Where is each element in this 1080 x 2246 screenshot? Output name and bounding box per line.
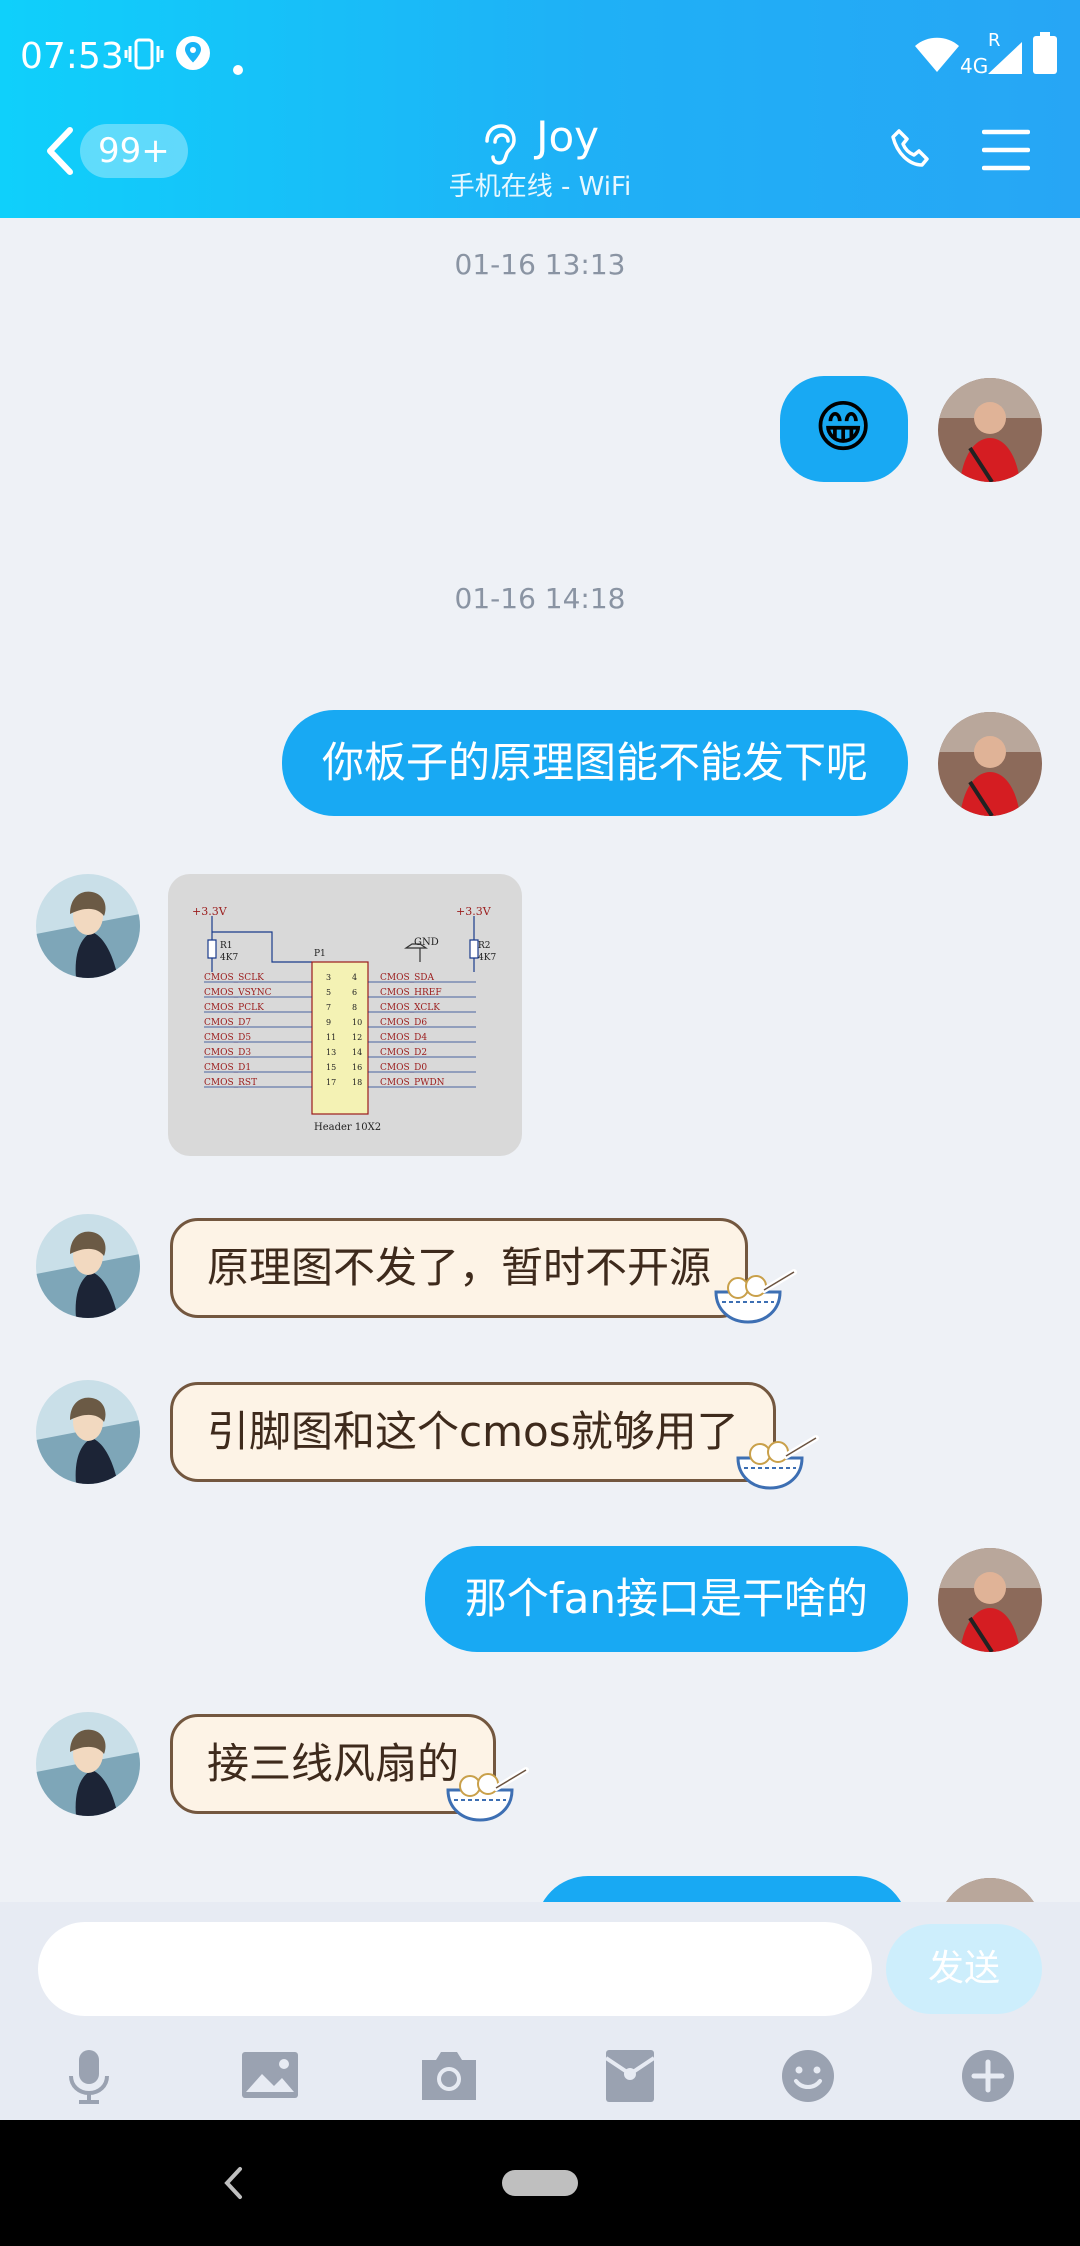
message-bubble-in[interactable]: 引脚图和这个cmos就够用了 xyxy=(170,1382,776,1482)
wifi-icon xyxy=(914,36,960,83)
message-bubble-out[interactable]: 那个fan接口是干啥的 xyxy=(424,1546,908,1652)
tangyuan-bowl-icon xyxy=(734,1434,820,1504)
message-bubble-out[interactable]: 你板子的原理图能不能发下呢 xyxy=(281,710,908,816)
part-label: P1 xyxy=(314,949,326,959)
ear-icon[interactable] xyxy=(481,123,517,171)
pin-label-right: CMOS_D0 xyxy=(380,1063,427,1073)
message-bubble-out-partial[interactable] xyxy=(536,1876,908,1902)
pin-number-left: 13 xyxy=(326,1048,336,1057)
gnd-label: GND xyxy=(414,937,439,948)
message-bubble-in[interactable]: 原理图不发了，暂时不开源 xyxy=(170,1218,749,1318)
r1-label: R1 xyxy=(220,941,233,951)
r1-value: 4K7 xyxy=(220,953,238,963)
composer: 发送 xyxy=(0,1902,1080,2120)
system-nav-bar xyxy=(0,2120,1080,2246)
send-button[interactable]: 发送 xyxy=(886,1924,1042,2014)
tangyuan-bowl-icon xyxy=(712,1268,798,1338)
pin-label-right: CMOS_SDA xyxy=(380,973,435,983)
pin-label-left: CMOS_VSYNC xyxy=(204,988,272,998)
pin-label-right: CMOS_D2 xyxy=(380,1048,427,1058)
pin-label-left: CMOS_D7 xyxy=(204,1018,251,1028)
location-icon xyxy=(174,34,212,83)
pin-number-left: 3 xyxy=(326,973,331,982)
message-emoji-out[interactable]: 😁 xyxy=(780,376,908,482)
pin-number-right: 14 xyxy=(352,1048,362,1057)
left-power-label: +3.3V xyxy=(192,905,228,918)
contact-avatar[interactable] xyxy=(36,1380,140,1484)
r2-label: R2 xyxy=(478,941,491,951)
network-type-label: 4G xyxy=(960,54,989,78)
contact-name: Joy xyxy=(536,112,600,161)
pin-label-right: CMOS_D4 xyxy=(380,1033,427,1043)
pin-label-left: CMOS_SCLK xyxy=(204,973,264,983)
schematic-footer: Header 10X2 xyxy=(314,1122,381,1133)
pin-label-right: CMOS_HREF xyxy=(380,988,442,998)
schematic-image[interactable]: +3.3V +3.3V GND R1 4K7 R2 4K7 P1 Header … xyxy=(168,874,522,1156)
battery-icon xyxy=(1030,30,1060,85)
status-bar: 07:53 4G R xyxy=(20,30,1060,90)
chat-header: 07:53 4G R 99+ Joy 手机在线 - WiFi xyxy=(0,0,1080,218)
my-avatar[interactable] xyxy=(938,712,1042,816)
pin-label-right: CMOS_PWDN xyxy=(380,1078,445,1088)
pin-number-right: 6 xyxy=(352,988,357,997)
pin-label-left: CMOS_RST xyxy=(204,1078,257,1088)
pin-number-right: 4 xyxy=(352,973,357,982)
pin-number-left: 7 xyxy=(326,1003,331,1012)
pin-label-right: CMOS_XCLK xyxy=(380,1003,440,1013)
vibrate-icon xyxy=(124,34,164,83)
pin-number-right: 16 xyxy=(352,1063,362,1072)
pin-number-right: 8 xyxy=(352,1003,357,1012)
pin-number-left: 5 xyxy=(326,988,331,997)
my-avatar[interactable] xyxy=(938,1878,1042,1902)
notification-dot-icon xyxy=(232,44,244,85)
red-packet-icon[interactable] xyxy=(604,2048,656,2108)
grin-emoji: 😁 xyxy=(814,395,873,460)
menu-button[interactable] xyxy=(981,128,1031,176)
message-input[interactable] xyxy=(38,1922,872,2016)
timestamp: 01-16 14:18 xyxy=(454,582,626,615)
phone-call-button[interactable] xyxy=(890,128,934,176)
my-avatar[interactable] xyxy=(938,378,1042,482)
pin-label-left: CMOS_D1 xyxy=(204,1063,251,1073)
contact-avatar[interactable] xyxy=(36,1712,140,1816)
mic-icon[interactable] xyxy=(64,2048,114,2108)
pin-number-right: 12 xyxy=(352,1033,362,1042)
tangyuan-bowl-icon xyxy=(444,1766,530,1836)
image-icon[interactable] xyxy=(240,2048,300,2108)
plus-icon[interactable] xyxy=(960,2048,1016,2108)
pin-number-left: 17 xyxy=(326,1078,336,1087)
pin-number-right: 18 xyxy=(352,1078,362,1087)
pin-label-left: CMOS_D5 xyxy=(204,1033,251,1043)
status-time: 07:53 xyxy=(20,36,124,77)
nav-home-pill[interactable] xyxy=(502,2170,578,2196)
camera-icon[interactable] xyxy=(418,2048,480,2108)
my-avatar[interactable] xyxy=(938,1548,1042,1652)
pin-number-left: 15 xyxy=(326,1063,336,1072)
pin-label-left: CMOS_D3 xyxy=(204,1048,251,1058)
nav-back-icon[interactable] xyxy=(222,2166,244,2204)
contact-avatar[interactable] xyxy=(36,1214,140,1318)
pin-number-left: 9 xyxy=(326,1018,331,1027)
contact-avatar[interactable] xyxy=(36,874,140,978)
pin-number-left: 11 xyxy=(326,1033,336,1042)
signal-icon xyxy=(986,40,1024,85)
message-list[interactable]: 01-16 13:13 😁 01-16 14:18 你板子的原理图能不能发下呢 … xyxy=(0,218,1080,1902)
pin-label-right: CMOS_D6 xyxy=(380,1018,427,1028)
emoji-icon[interactable] xyxy=(780,2048,836,2108)
timestamp: 01-16 13:13 xyxy=(454,248,626,281)
r2-value: 4K7 xyxy=(478,953,496,963)
pin-label-left: CMOS_PCLK xyxy=(204,1003,264,1013)
pin-number-right: 10 xyxy=(352,1018,362,1027)
